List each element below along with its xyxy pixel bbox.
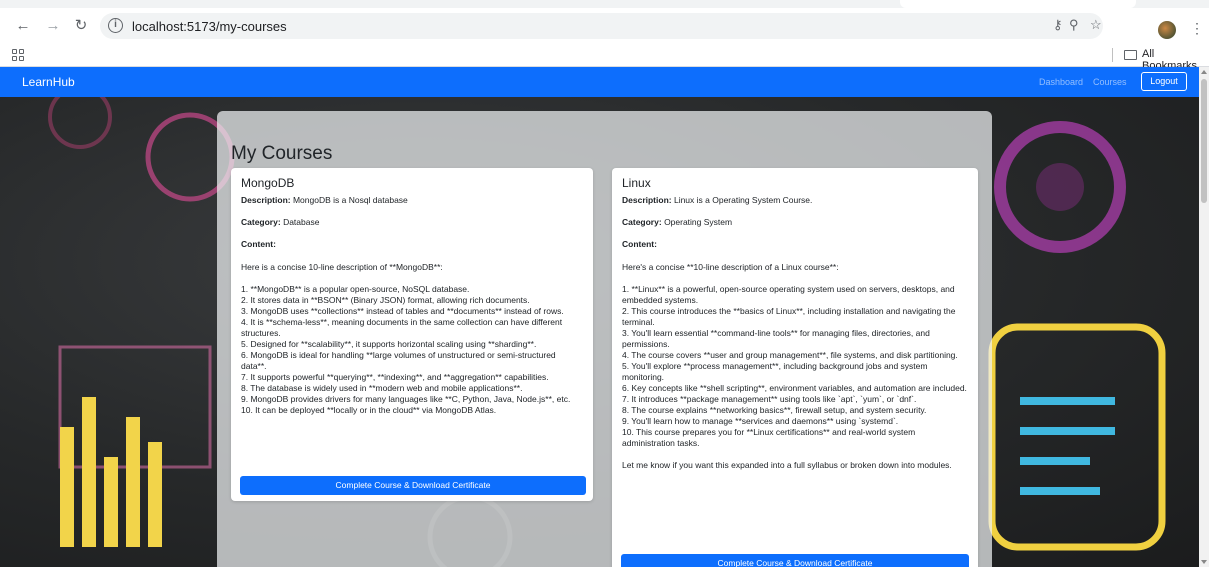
description-label: Description: [241, 195, 291, 205]
brand-logo[interactable]: LearnHub [22, 75, 75, 89]
bookmarks-divider [1112, 48, 1113, 62]
forward-icon[interactable]: → [44, 17, 62, 35]
logout-button[interactable]: Logout [1141, 72, 1187, 91]
description-label: Description: [622, 195, 672, 205]
profile-avatar[interactable] [1158, 21, 1176, 39]
bookmark-star-icon[interactable]: ☆ [1090, 17, 1102, 33]
tab-strip [0, 0, 1209, 8]
nav-link-courses[interactable]: Courses [1093, 77, 1127, 87]
password-key-icon[interactable]: ⚷ [1053, 17, 1063, 33]
app-viewport: LearnHub Dashboard Courses Logout My Cou… [0, 67, 1209, 567]
page-title: My Courses [231, 143, 333, 164]
complete-course-button[interactable]: Complete Course & Download Certificate [240, 476, 586, 495]
course-description: Description: Linux is a Operating System… [622, 195, 812, 206]
course-card: Linux Description: Linux is a Operating … [612, 168, 978, 567]
category-label: Category: [241, 217, 281, 227]
browser-chrome: ← → ↻ i localhost:5173/my-courses ⚷ ⚲ ☆ … [0, 0, 1209, 72]
course-title: MongoDB [241, 176, 295, 190]
address-bar[interactable]: i localhost:5173/my-courses ⚷ ⚲ ☆ [100, 13, 1103, 39]
complete-course-button[interactable]: Complete Course & Download Certificate [621, 554, 969, 567]
course-category: Category: Operating System [622, 217, 732, 228]
bookmarks-bar: All Bookmarks [0, 44, 1209, 72]
reload-icon[interactable]: ↻ [72, 17, 90, 35]
zoom-icon[interactable]: ⚲ [1069, 17, 1079, 33]
page-scrollbar[interactable] [1199, 67, 1209, 567]
course-title: Linux [622, 176, 651, 190]
top-navbar: LearnHub Dashboard Courses Logout [0, 67, 1199, 97]
description-value: Linux is a Operating System Course. [673, 195, 813, 205]
course-content: Here's a concise **10-line description o… [622, 262, 967, 470]
course-category: Category: Database [241, 217, 319, 228]
active-tab[interactable] [900, 0, 1136, 8]
site-info-icon[interactable]: i [108, 18, 123, 33]
course-content: Here is a concise 10-line description of… [241, 262, 571, 415]
course-description: Description: MongoDB is a Nosql database [241, 195, 408, 206]
apps-grid-icon[interactable] [12, 49, 24, 61]
scroll-down-arrow-icon[interactable] [1201, 560, 1207, 564]
url-text: localhost:5173/my-courses [132, 19, 287, 34]
scroll-up-arrow-icon[interactable] [1201, 70, 1207, 74]
back-icon[interactable]: ← [14, 17, 32, 35]
content-label: Content: [622, 239, 657, 249]
address-row: ← → ↻ i localhost:5173/my-courses ⚷ ⚲ ☆ … [0, 8, 1209, 44]
scrollbar-thumb[interactable] [1201, 79, 1207, 203]
folder-icon [1124, 50, 1137, 60]
description-value: MongoDB is a Nosql database [292, 195, 408, 205]
category-value: Operating System [664, 217, 733, 227]
course-card: MongoDB Description: MongoDB is a Nosql … [231, 168, 593, 501]
nav-link-dashboard[interactable]: Dashboard [1039, 77, 1083, 87]
category-value: Database [283, 217, 320, 227]
category-label: Category: [622, 217, 662, 227]
content-label: Content: [241, 239, 276, 249]
browser-menu-icon[interactable]: ⋮ [1190, 20, 1204, 37]
courses-panel: My Courses MongoDB Description: MongoDB … [217, 111, 992, 567]
